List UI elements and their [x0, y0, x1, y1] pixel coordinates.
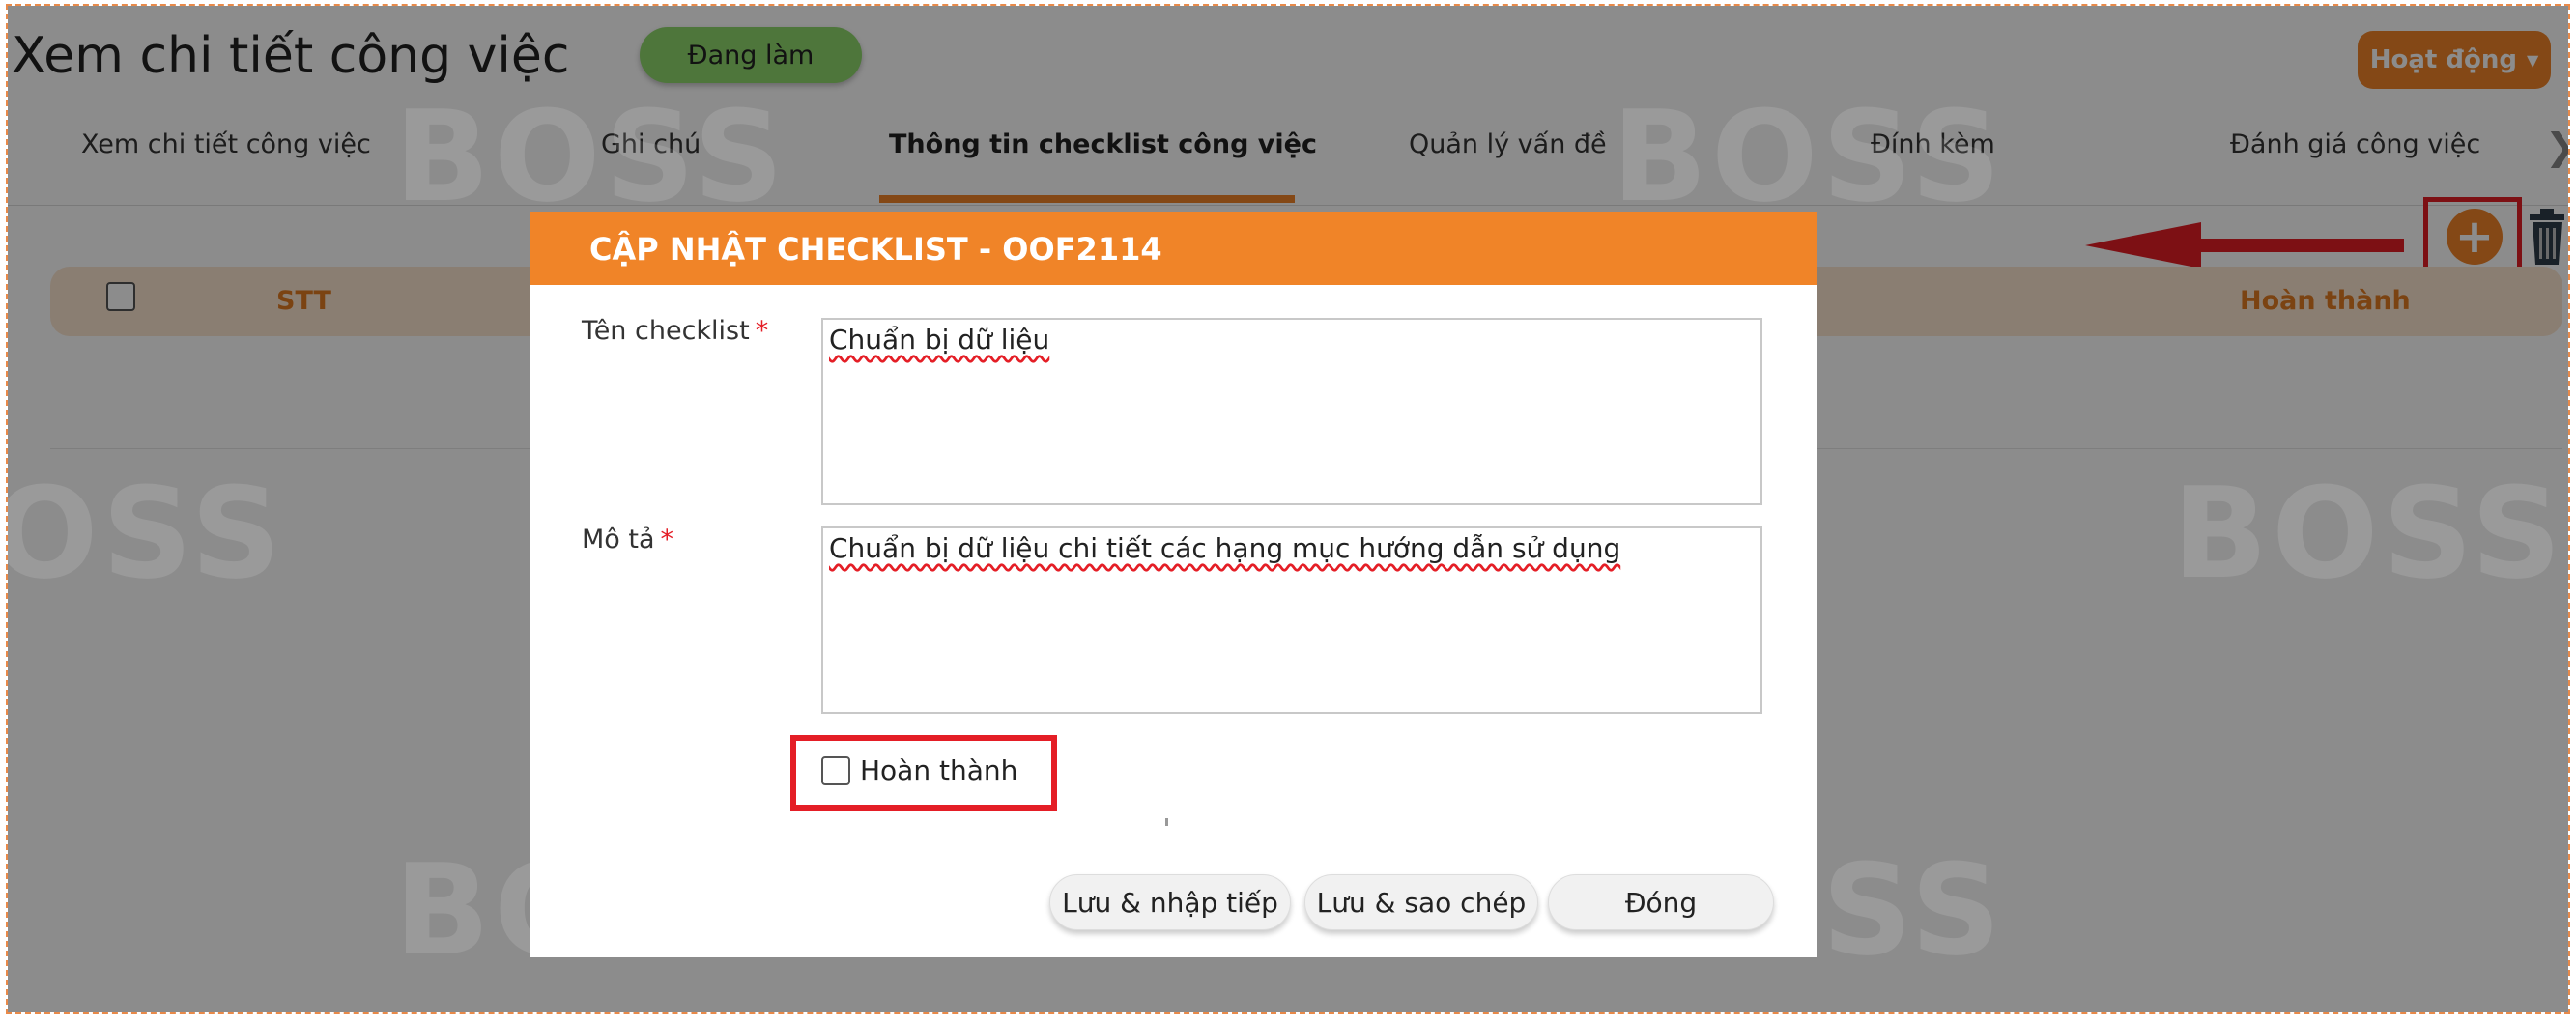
save-continue-button[interactable]: Lưu & nhập tiếp: [1049, 874, 1291, 930]
app-frame: Xem chi tiết công việc Đang làm Hoạt độn…: [6, 4, 2570, 1014]
watermark-logo: BOSS: [8, 460, 286, 607]
checklist-name-value: Chuẩn bị dữ liệu: [829, 324, 1050, 356]
close-button[interactable]: Đóng: [1548, 874, 1774, 930]
watermark-logo: BOSS: [1612, 83, 2006, 230]
required-marker: *: [660, 525, 674, 555]
checklist-name-label-text: Tên checklist: [582, 316, 750, 346]
update-checklist-modal: CẬP NHẬT CHECKLIST - OOF2114 Tên checkli…: [530, 212, 1817, 957]
description-label-text: Mô tả: [582, 525, 655, 555]
modal-header: CẬP NHẬT CHECKLIST - OOF2114: [530, 212, 1817, 285]
description-value: Chuẩn bị dữ liệu chi tiết các hạng mục h…: [829, 532, 1621, 564]
required-marker: *: [755, 316, 769, 346]
description-label: Mô tả *: [582, 525, 673, 555]
save-copy-button[interactable]: Lưu & sao chép: [1304, 874, 1538, 930]
watermark-logo: BOSS: [394, 83, 788, 230]
watermark-logo: BOSS: [2172, 460, 2566, 607]
done-label: Hoàn thành: [860, 754, 1018, 786]
modal-title: CẬP NHẬT CHECKLIST - OOF2114: [589, 231, 1162, 268]
description-input[interactable]: Chuẩn bị dữ liệu chi tiết các hạng mục h…: [821, 526, 1762, 714]
divider-dot: [1165, 818, 1168, 826]
checklist-name-input[interactable]: Chuẩn bị dữ liệu: [821, 318, 1762, 505]
done-checkbox[interactable]: [821, 756, 850, 785]
checklist-name-label: Tên checklist *: [582, 316, 768, 346]
